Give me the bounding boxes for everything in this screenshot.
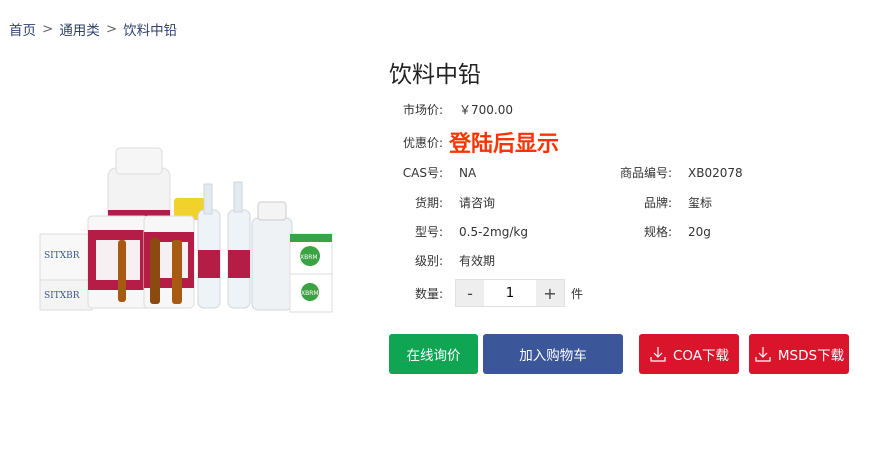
sku-row: 商品编号: XB02078 — [614, 164, 743, 181]
brand-value: 玺标 — [688, 196, 713, 210]
market-price-value: ￥700.00 — [459, 103, 513, 117]
lead-time-row: 货期: 请咨询 — [389, 194, 495, 211]
inquire-button-label: 在线询价 — [406, 348, 461, 364]
brand-row: 品牌: 玺标 — [614, 194, 712, 211]
inquire-button[interactable]: 在线询价 — [389, 334, 478, 374]
breadcrumb-category[interactable]: 通用类 — [59, 19, 100, 39]
add-to-cart-button[interactable]: 加入购物车 — [483, 334, 623, 374]
product-title: 饮料中铅 — [389, 62, 481, 88]
quantity-stepper: - + — [455, 279, 565, 307]
sku-value: XB02078 — [688, 165, 743, 180]
grade-value: 有效期 — [459, 254, 496, 268]
promo-price-value[interactable]: 登陆后显示 — [449, 126, 559, 158]
coa-download-button[interactable]: COA下载 — [639, 334, 739, 374]
cas-value: NA — [459, 165, 477, 180]
model-value: 0.5-2mg/kg — [459, 224, 528, 239]
breadcrumb-separator: > — [42, 21, 54, 37]
cas-row: CAS号: NA — [389, 164, 476, 181]
decrement-button[interactable]: - — [456, 280, 484, 306]
sku-label: 商品编号: — [619, 166, 672, 180]
brand-label: 品牌: — [643, 196, 672, 210]
grade-label: 级别: — [414, 254, 443, 268]
svg-text:SITXBR: SITXBR — [44, 291, 80, 301]
grade-row: 级别: 有效期 — [389, 252, 495, 269]
spec-value: 20g — [688, 224, 711, 239]
market-price-label: 市场价: — [402, 103, 443, 117]
quantity-row: 数量: - + 件 — [389, 279, 583, 307]
market-price-row: 市场价: ￥700.00 — [389, 101, 513, 118]
add-to-cart-label: 加入购物车 — [519, 348, 587, 364]
quantity-unit: 件 — [571, 286, 584, 301]
msds-download-label: MSDS下载 — [777, 348, 845, 364]
spec-label: 规格: — [643, 225, 672, 239]
cas-label: CAS号: — [402, 166, 443, 180]
coa-download-label: COA下载 — [672, 348, 730, 364]
spec-row: 规格: 20g — [614, 223, 711, 240]
breadcrumb: 首页 > 通用类 > 饮料中铅 — [9, 19, 177, 39]
model-label: 型号: — [414, 225, 443, 239]
breadcrumb-current[interactable]: 饮料中铅 — [123, 19, 177, 39]
breadcrumb-home[interactable]: 首页 — [9, 19, 36, 39]
promo-price-row: 优惠价: 登陆后显示 — [389, 126, 559, 158]
breadcrumb-separator: > — [105, 21, 118, 37]
brand-right-text: XBRM — [300, 254, 318, 261]
promo-price-label: 优惠价: — [402, 135, 443, 150]
quantity-input[interactable] — [484, 280, 536, 306]
quantity-label: 数量: — [414, 286, 443, 301]
brand-left-text: SITXBR — [44, 251, 80, 261]
download-icon — [755, 347, 771, 362]
download-icon — [650, 347, 666, 362]
lead-time-value: 请咨询 — [459, 196, 496, 210]
msds-download-button[interactable]: MSDS下载 — [749, 334, 849, 374]
svg-text:XBRM: XBRM — [301, 290, 319, 297]
lead-time-label: 货期: — [414, 196, 443, 210]
product-image: SITXBR SITXBR XBRM XBRM — [39, 147, 333, 313]
increment-button[interactable]: + — [536, 280, 564, 306]
model-row: 型号: 0.5-2mg/kg — [389, 223, 528, 240]
